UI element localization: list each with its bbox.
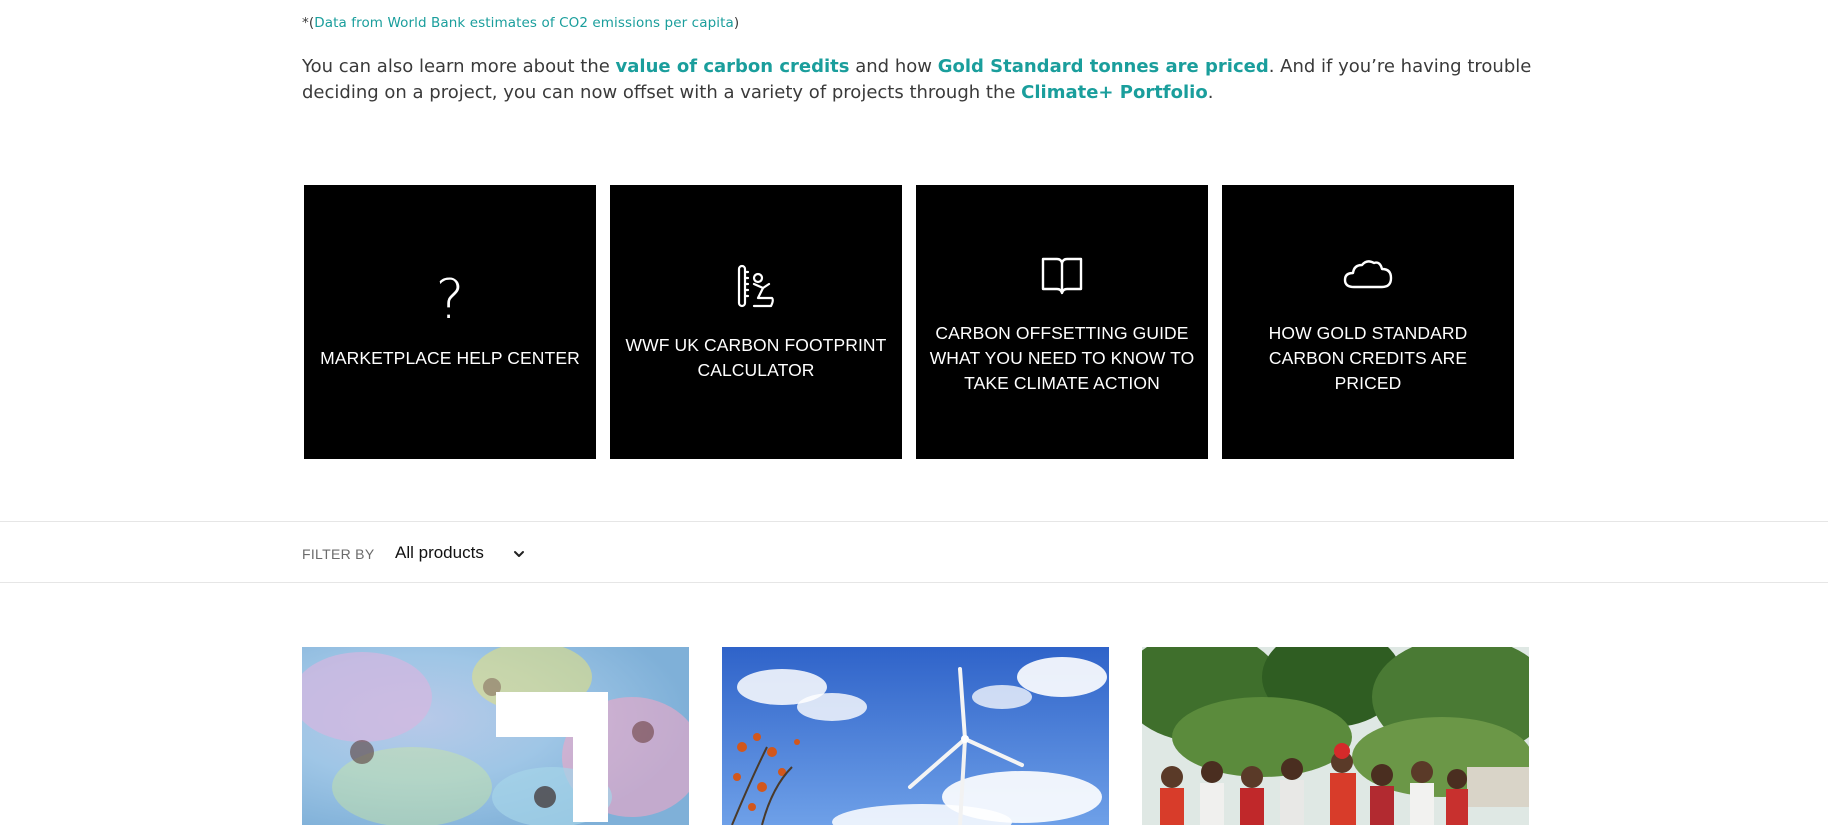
product-card[interactable] [302, 647, 689, 825]
intro-text-4: . [1207, 82, 1214, 103]
card-wwf-carbon-calculator[interactable]: WWF UK CARBON FOOTPRINT CALCULATOR [610, 185, 902, 459]
filter-by-label: FILTER BY [302, 546, 375, 562]
card-carbon-offsetting-guide[interactable]: CARBON OFFSETTING GUIDE WHAT YOU NEED TO… [916, 185, 1208, 459]
filter-selected-value: All products [395, 543, 484, 562]
card-gold-standard-pricing[interactable]: HOW GOLD STANDARD CARBON CREDITS ARE PRI… [1222, 185, 1514, 459]
card-label: CARBON OFFSETTING GUIDE WHAT YOU NEED TO… [929, 322, 1195, 393]
card-label: WWF UK CARBON FOOTPRINT CALCULATOR [625, 335, 887, 380]
product-image [1142, 647, 1529, 825]
product-card[interactable] [1142, 647, 1529, 825]
intro-paragraph: You can also learn more about the value … [302, 54, 1532, 106]
climate-plus-portfolio-link[interactable]: Climate+ Portfolio [1021, 82, 1208, 103]
thermometer-person-icon [736, 261, 776, 313]
filter-bar: FILTER BY All products [0, 521, 1828, 583]
chevron-down-icon [512, 546, 526, 565]
cloud-icon [1342, 249, 1394, 301]
world-bank-data-link[interactable]: Data from World Bank estimates of CO2 em… [314, 15, 734, 31]
card-label: MARKETPLACE HELP CENTER [320, 347, 580, 368]
open-book-icon [1040, 249, 1084, 301]
product-image [722, 647, 1109, 825]
resource-cards: ? MARKETPLACE HELP CENTER WWF UK CARBON … [304, 185, 1514, 459]
data-source-footnote: *(Data from World Bank estimates of CO2 … [302, 15, 739, 31]
footnote-prefix: *( [302, 15, 315, 31]
product-grid [302, 647, 1529, 825]
gold-standard-pricing-link[interactable]: Gold Standard tonnes are priced [938, 56, 1269, 77]
intro-text-1: You can also learn more about the [302, 56, 616, 77]
filter-select[interactable]: All products [392, 537, 542, 569]
product-image [302, 647, 689, 825]
card-label: HOW GOLD STANDARD CARBON CREDITS ARE PRI… [1268, 322, 1468, 393]
product-card[interactable] [722, 647, 1109, 825]
intro-text-2: and how [849, 56, 938, 77]
question-mark-icon: ? [435, 267, 465, 331]
footnote-suffix: ) [733, 15, 740, 31]
value-of-carbon-credits-link[interactable]: value of carbon credits [616, 56, 850, 77]
card-marketplace-help-center[interactable]: ? MARKETPLACE HELP CENTER [304, 185, 596, 459]
